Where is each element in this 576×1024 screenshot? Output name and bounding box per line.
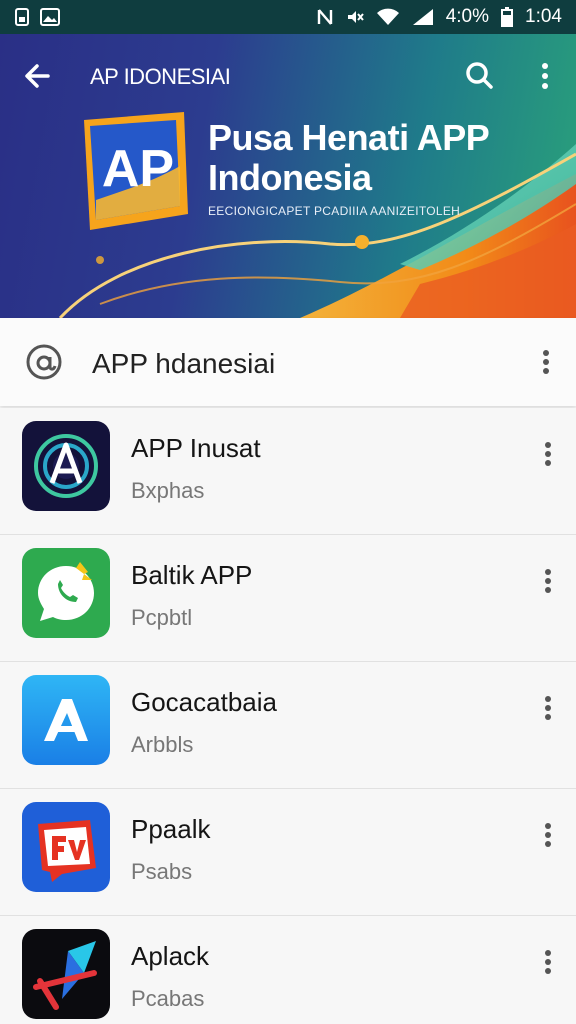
app-icon-radar bbox=[22, 421, 110, 511]
section-more-button[interactable] bbox=[532, 342, 560, 382]
app-subtitle: Arbbls bbox=[131, 732, 194, 757]
item-more-button[interactable] bbox=[534, 942, 562, 982]
more-vert-icon bbox=[545, 569, 551, 593]
more-vert-icon bbox=[545, 950, 551, 974]
banner-title-line1: Pusa Henati APP bbox=[208, 117, 490, 158]
banner-subtitle: EECIONGICAPET PCADIIIA AANIZEITOLEH bbox=[208, 204, 461, 218]
app-list: APP Inusat Bxphas Baltik APP Pcpbtl Goca… bbox=[0, 408, 576, 1024]
more-vert-icon bbox=[545, 823, 551, 847]
arrow-left-icon bbox=[25, 64, 50, 88]
app-subtitle: Pcpbtl bbox=[131, 605, 193, 630]
list-item[interactable]: Aplack Pcabas bbox=[0, 916, 576, 1024]
wifi-icon bbox=[376, 8, 400, 26]
more-vert-icon bbox=[545, 442, 551, 466]
item-more-button[interactable] bbox=[534, 561, 562, 601]
battery-icon bbox=[501, 7, 514, 27]
signal-icon bbox=[412, 8, 434, 26]
app-icon-badge bbox=[22, 802, 110, 892]
list-item[interactable]: Ppaalk Psabs bbox=[0, 789, 576, 916]
app-name: Ppaalk bbox=[131, 814, 211, 844]
app-logo: AP bbox=[76, 110, 192, 234]
more-vert-icon bbox=[545, 696, 551, 720]
clock-time: 1:04 bbox=[525, 6, 562, 27]
more-vert-icon bbox=[542, 63, 548, 89]
nfc-icon bbox=[316, 8, 334, 26]
toolbar-title: AP IDONESIAI bbox=[90, 64, 231, 89]
battery-percent: 4:0% bbox=[445, 6, 490, 27]
more-vert-icon bbox=[543, 350, 549, 374]
app-name: Baltik APP bbox=[131, 560, 253, 590]
app-subtitle: Pcabas bbox=[131, 986, 205, 1011]
back-button[interactable] bbox=[20, 58, 56, 94]
app-icon-arrow bbox=[22, 929, 110, 1019]
mute-icon bbox=[346, 8, 364, 26]
list-item[interactable]: APP Inusat Bxphas bbox=[0, 408, 576, 535]
app-icon-a-letter bbox=[22, 675, 110, 765]
header-banner: AP IDONESIAI AP Pusa Henati APP Indonesi… bbox=[0, 34, 576, 318]
overflow-menu-button[interactable] bbox=[530, 56, 560, 96]
app-name: Aplack bbox=[131, 941, 210, 971]
status-bar: 4:0% 1:04 bbox=[0, 0, 576, 34]
section-header: APP hdanesiai bbox=[0, 318, 576, 406]
app-subtitle: Psabs bbox=[131, 859, 193, 884]
section-title: APP hdanesiai bbox=[92, 348, 276, 379]
item-more-button[interactable] bbox=[534, 688, 562, 728]
item-more-button[interactable] bbox=[534, 815, 562, 855]
list-item[interactable]: Baltik APP Pcpbtl bbox=[0, 535, 576, 662]
logo-text: AP bbox=[102, 140, 174, 198]
app-name: Gocacatbaia bbox=[131, 687, 277, 717]
app-icon-chat bbox=[22, 548, 110, 638]
search-icon bbox=[466, 62, 493, 89]
sim-card-icon bbox=[14, 7, 30, 27]
item-more-button[interactable] bbox=[534, 434, 562, 474]
list-item[interactable]: Gocacatbaia Arbbls bbox=[0, 662, 576, 789]
search-button[interactable] bbox=[460, 56, 500, 96]
banner-title: Pusa Henati APP Indonesia bbox=[208, 117, 490, 198]
banner-title-line2: Indonesia bbox=[208, 157, 372, 198]
toolbar: AP IDONESIAI bbox=[0, 52, 576, 100]
app-subtitle: Bxphas bbox=[131, 478, 205, 503]
app-name: APP Inusat bbox=[131, 433, 261, 463]
at-sign-icon bbox=[24, 342, 64, 382]
gallery-icon bbox=[40, 8, 60, 26]
